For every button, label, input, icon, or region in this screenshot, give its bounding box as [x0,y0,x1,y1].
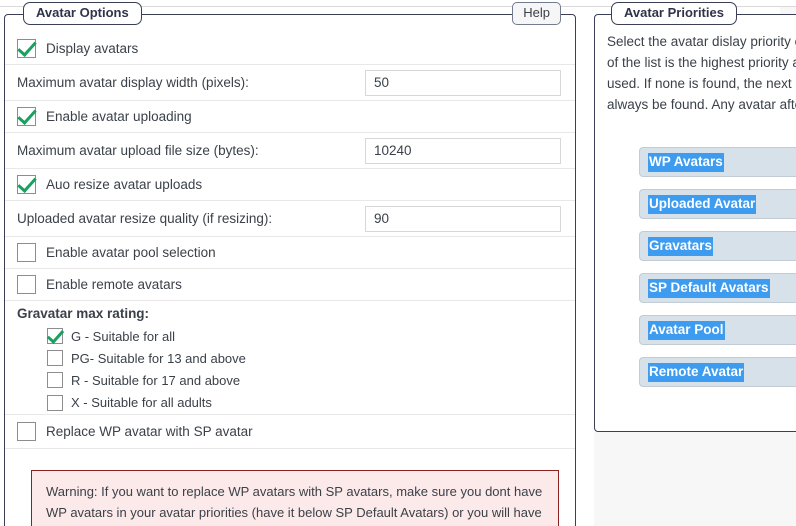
checkbox-enable-avatar-pool[interactable] [17,243,36,262]
warning-box: Warning: If you want to replace WP avata… [31,470,559,526]
label-rating-g: G - Suitable for all [71,328,176,344]
label-resize-quality: Uploaded avatar resize quality (if resiz… [17,211,273,226]
row-rating-g[interactable]: G - Suitable for all [5,325,575,347]
row-enable-avatar-uploading[interactable]: Enable avatar uploading [5,101,575,133]
checkbox-replace-wp-avatar[interactable] [17,422,36,441]
row-enable-avatar-pool[interactable]: Enable avatar pool selection [5,237,575,269]
input-max-upload-size[interactable] [365,137,561,164]
priority-item-label: Remote Avatar [648,362,745,382]
priority-item-gravatars[interactable]: Gravatars [639,231,796,261]
row-max-upload-size: Maximum avatar upload file size (bytes): [5,133,575,169]
priority-item-avatar-pool[interactable]: Avatar Pool [639,315,796,345]
checkbox-rating-r[interactable] [47,372,63,388]
checkbox-enable-avatar-uploading[interactable] [17,107,36,126]
label-replace-wp-avatar: Replace WP avatar with SP avatar [46,424,253,439]
input-max-display-width[interactable] [365,69,561,96]
row-rating-pg[interactable]: PG- Suitable for 13 and above [5,347,575,369]
row-rating-r[interactable]: R - Suitable for 17 and above [5,369,575,391]
row-enable-remote-avatars[interactable]: Enable remote avatars [5,269,575,301]
row-max-display-width: Maximum avatar display width (pixels): [5,65,575,101]
priority-item-remote-avatar[interactable]: Remote Avatar [639,357,796,387]
checkbox-rating-x[interactable] [47,394,63,411]
priority-item-sp-default-avatars[interactable]: SP Default Avatars [639,273,796,303]
avatar-priorities-panel: Avatar Priorities Select the avatar disl… [594,2,796,432]
help-button[interactable]: Help [512,2,561,25]
label-max-display-width: Maximum avatar display width (pixels): [17,75,249,90]
checkbox-display-avatars[interactable] [17,39,36,58]
priority-item-label: SP Default Avatars [648,278,770,298]
row-auto-resize-uploads[interactable]: Auo resize avatar uploads [5,169,575,201]
label-display-avatars: Display avatars [46,41,139,56]
priority-item-wp-avatars[interactable]: WP Avatars [639,147,796,177]
checkbox-rating-g[interactable] [47,328,63,344]
row-display-avatars[interactable]: Display avatars [5,33,575,65]
checkbox-rating-pg[interactable] [47,350,63,366]
checkbox-auto-resize-uploads[interactable] [17,175,36,194]
avatar-priorities-legend: Avatar Priorities [611,2,737,25]
priority-item-label: Uploaded Avatar [648,194,757,214]
label-enable-avatar-pool: Enable avatar pool selection [46,245,216,260]
label-rating-pg: PG- Suitable for 13 and above [71,350,246,366]
avatar-priorities-list[interactable]: WP Avatars Uploaded Avatar Gravatars SP … [639,147,796,399]
row-gravatar-rating-title: Gravatar max rating: [5,301,575,325]
row-replace-wp-avatar[interactable]: Replace WP avatar with SP avatar [5,415,575,449]
avatar-priorities-description: Select the avatar dislay priority order.… [607,34,796,112]
input-resize-quality[interactable] [365,205,561,232]
label-gravatar-max-rating: Gravatar max rating: [17,305,150,321]
label-enable-remote-avatars: Enable remote avatars [46,277,182,292]
label-rating-r: R - Suitable for 17 and above [71,372,241,388]
checkbox-enable-remote-avatars[interactable] [17,275,36,294]
row-resize-quality: Uploaded avatar resize quality (if resiz… [5,201,575,237]
label-max-upload-size: Maximum avatar upload file size (bytes): [17,143,259,158]
page-root: Avatar Options Help Display avatars Maxi… [0,0,796,526]
label-auto-resize-uploads: Auo resize avatar uploads [46,177,203,192]
label-rating-x: X - Suitable for all adults [71,395,212,410]
priority-item-label: Avatar Pool [648,320,725,340]
priority-item-label: Gravatars [648,236,714,256]
page-background-fill-bottom-right [594,432,796,526]
label-enable-avatar-uploading: Enable avatar uploading [46,109,192,124]
priority-item-label: WP Avatars [648,152,724,172]
avatar-options-panel: Avatar Options Help Display avatars Maxi… [4,2,576,526]
row-rating-x[interactable]: X - Suitable for all adults [5,391,575,415]
avatar-options-legend: Avatar Options [23,2,142,25]
priority-item-uploaded-avatar[interactable]: Uploaded Avatar [639,189,796,219]
avatar-options-rows: Display avatars Maximum avatar display w… [5,33,575,449]
